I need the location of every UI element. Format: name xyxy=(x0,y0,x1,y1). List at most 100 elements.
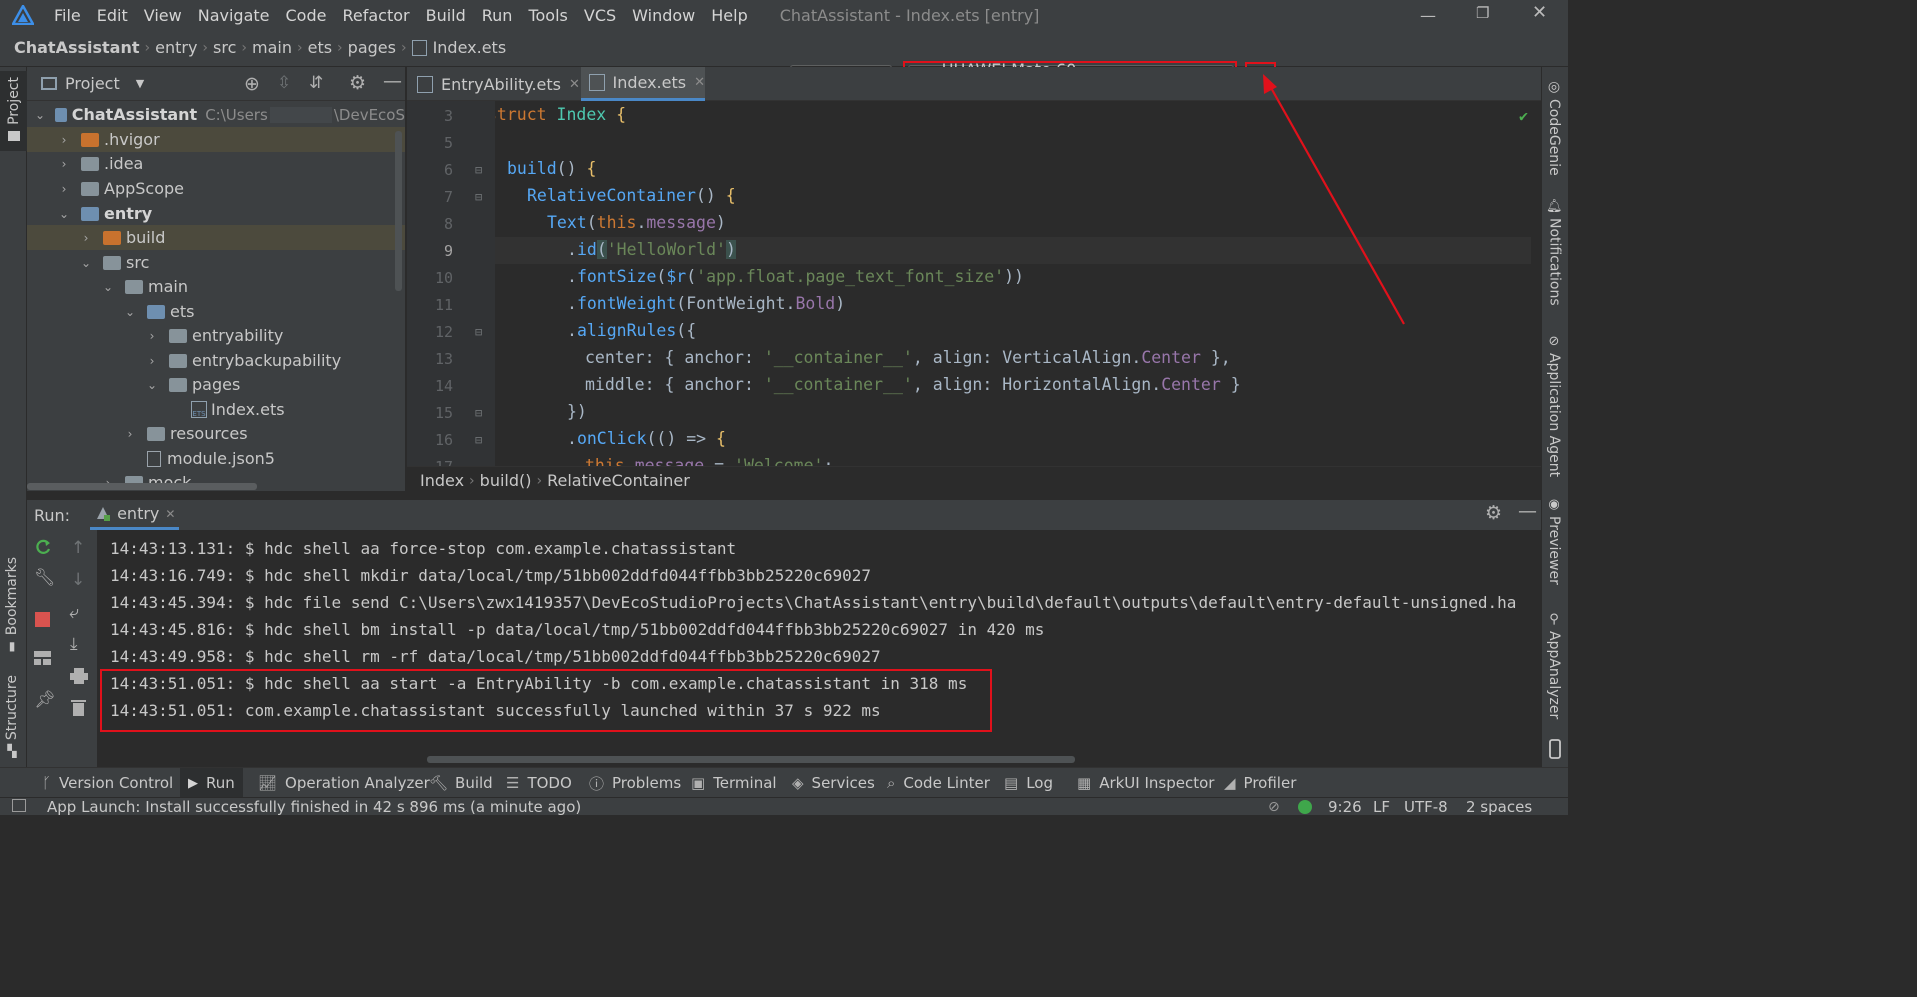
breadcrumb-item[interactable]: entry xyxy=(155,38,197,57)
collapse-all-icon[interactable]: ⇵ xyxy=(309,73,323,93)
tool-operation-analyzer[interactable]: 📈︎ Operation Analyzer xyxy=(258,768,430,798)
file-encoding[interactable]: UTF-8 xyxy=(1404,798,1448,816)
menu-item-vcs[interactable]: VCS xyxy=(584,6,616,25)
breadcrumb-item[interactable]: ets xyxy=(308,38,332,57)
fold-icon[interactable]: ⊟ xyxy=(475,433,482,447)
close-tab-icon[interactable]: ✕ xyxy=(694,75,705,90)
tool-log[interactable]: ▤ Log xyxy=(1004,768,1053,798)
breadcrumb-item[interactable]: src xyxy=(213,38,236,57)
breadcrumb-item[interactable]: ChatAssistant xyxy=(14,38,140,57)
menu-item-file[interactable]: File xyxy=(54,6,81,25)
panel-settings-icon[interactable]: ⚙ xyxy=(349,72,366,94)
pin-icon[interactable]: 📌︎ xyxy=(34,690,56,710)
tool-terminal[interactable]: ▣ Terminal xyxy=(691,768,777,798)
expand-all-icon[interactable]: ⇳ xyxy=(277,73,291,93)
tool-services[interactable]: ◈ Services xyxy=(792,768,875,798)
menu-item-run[interactable]: Run xyxy=(482,6,513,25)
breadcrumb-item[interactable]: main xyxy=(252,38,292,57)
appanalyzer-tool-button[interactable]: ⚲ AppAnalyzer xyxy=(1546,612,1562,719)
tree-item-entry[interactable]: ⌄ entry xyxy=(27,201,152,226)
tree-item-appscope[interactable]: › AppScope xyxy=(27,176,184,201)
tree-item-resources[interactable]: › resources xyxy=(27,421,248,446)
menu-item-edit[interactable]: Edit xyxy=(97,6,128,25)
menu-item-view[interactable]: View xyxy=(144,6,182,25)
tree-item-entrybackupability[interactable]: › entrybackupability xyxy=(27,348,342,373)
fold-icon[interactable]: ⊟ xyxy=(475,325,482,339)
run-console[interactable]: 14:43:13.131: $ hdc shell aa force-stop … xyxy=(97,530,1531,767)
menu-item-refactor[interactable]: Refactor xyxy=(342,6,409,25)
codegenie-tool-button[interactable]: ◎ CodeGenie xyxy=(1546,79,1562,176)
menu-item-help[interactable]: Help xyxy=(711,6,747,25)
wrench-icon[interactable]: 🔧︎ xyxy=(34,568,56,588)
tree-item-pages[interactable]: ⌄ pages xyxy=(27,372,240,397)
tree-item-ets[interactable]: ⌄ ets xyxy=(27,299,194,324)
stop-icon[interactable] xyxy=(35,612,50,631)
toggle-panels-icon[interactable] xyxy=(12,799,26,812)
close-tab-icon[interactable]: ✕ xyxy=(165,507,175,521)
tool-todo[interactable]: ☰ TODO xyxy=(506,768,572,798)
rerun-icon[interactable] xyxy=(34,538,52,560)
run-settings-icon[interactable]: ⚙ xyxy=(1485,502,1502,524)
trash-icon[interactable] xyxy=(71,698,86,720)
breadcrumb-item[interactable]: build() xyxy=(480,471,532,490)
layout-icon[interactable] xyxy=(34,650,51,669)
menu-item-navigate[interactable]: Navigate xyxy=(198,6,270,25)
menu-item-tools[interactable]: Tools xyxy=(528,6,567,25)
close-window-icon[interactable]: ✕ xyxy=(1532,2,1547,23)
line-separator[interactable]: LF xyxy=(1373,798,1390,816)
breadcrumb-item[interactable]: Index.ets xyxy=(433,38,507,57)
structure-tool-button[interactable]: Structure ▚ xyxy=(4,675,20,758)
menu-item-window[interactable]: Window xyxy=(632,6,695,25)
run-config-tab[interactable]: entry ✕ xyxy=(90,500,180,530)
chevron-down-icon[interactable]: ▼ xyxy=(136,77,144,90)
tool-arkui-inspector[interactable]: ▦ ArkUI Inspector xyxy=(1077,768,1214,798)
tool-profiler[interactable]: ◢ Profiler xyxy=(1224,768,1296,798)
device-manager-icon[interactable] xyxy=(1548,739,1562,763)
soft-wrap-icon[interactable]: ⤶ xyxy=(69,602,79,623)
tree-item-build[interactable]: › build xyxy=(27,225,405,250)
tree-item-main[interactable]: ⌄ main xyxy=(27,274,188,299)
notifications-tool-button[interactable]: 🔔︎ Notifications xyxy=(1546,199,1563,306)
breadcrumb-item[interactable]: pages xyxy=(348,38,396,57)
tree-item-module-json5[interactable]: module.json5 xyxy=(27,446,275,471)
tool-problems[interactable]: ⓘ Problems xyxy=(589,768,681,798)
tool-version-control[interactable]: ᚴ Version Control xyxy=(42,768,173,798)
fold-icon[interactable]: ⊟ xyxy=(475,190,482,204)
breadcrumb-item[interactable]: RelativeContainer xyxy=(547,471,690,490)
menu-item-build[interactable]: Build xyxy=(426,6,466,25)
vertical-scrollbar[interactable] xyxy=(395,131,402,291)
bookmarks-tool-button[interactable]: Bookmarks ▮ xyxy=(4,557,20,653)
up-arrow-icon[interactable]: ↑ xyxy=(71,538,85,558)
tool-code-linter[interactable]: ⌕ Code Linter xyxy=(887,768,990,798)
tree-item-idea[interactable]: › .idea xyxy=(27,151,144,176)
status-message[interactable]: App Launch: Install successfully finishe… xyxy=(47,798,581,816)
tool-build[interactable]: 🔨︎ Build xyxy=(429,768,493,798)
tree-item-hvigor[interactable]: › .hvigor xyxy=(27,127,405,152)
tab-index-ets[interactable]: Index.ets ✕ xyxy=(581,67,705,101)
down-arrow-icon[interactable]: ↓ xyxy=(71,570,85,590)
locate-file-icon[interactable]: ⊕ xyxy=(244,73,260,95)
hide-run-panel-icon[interactable]: — xyxy=(1518,500,1537,522)
tool-run[interactable]: ▶ Run xyxy=(180,768,243,798)
hide-panel-icon[interactable]: — xyxy=(383,70,402,92)
print-icon[interactable] xyxy=(70,668,88,688)
tree-item-src[interactable]: ⌄ src xyxy=(27,250,149,275)
minimize-icon[interactable]: — xyxy=(1420,6,1436,25)
fold-icon[interactable]: ⊟ xyxy=(475,406,482,420)
project-view-title[interactable]: Project xyxy=(65,74,120,93)
breadcrumb-item[interactable]: Index xyxy=(420,471,464,490)
no-inspection-icon[interactable]: ⊘ xyxy=(1268,798,1280,816)
tree-item-index-ets[interactable]: ETS Index.ets xyxy=(27,397,285,422)
previewer-tool-button[interactable]: ◉ Previewer xyxy=(1546,497,1562,585)
tab-entryability-ets[interactable]: EntryAbility.ets ✕ xyxy=(417,67,580,101)
restore-icon[interactable]: ❐ xyxy=(1476,4,1489,22)
menu-item-code[interactable]: Code xyxy=(286,6,327,25)
project-tool-button[interactable]: Project xyxy=(0,71,27,151)
fold-icon[interactable]: ⊟ xyxy=(475,163,482,177)
status-indicator-icon[interactable] xyxy=(1298,800,1312,814)
indent-setting[interactable]: 2 spaces xyxy=(1466,798,1532,816)
console-horizontal-scrollbar[interactable] xyxy=(427,756,1075,763)
caret-position[interactable]: 9:26 xyxy=(1328,798,1362,816)
horizontal-scrollbar[interactable] xyxy=(27,483,257,490)
close-tab-icon[interactable]: ✕ xyxy=(569,77,580,92)
